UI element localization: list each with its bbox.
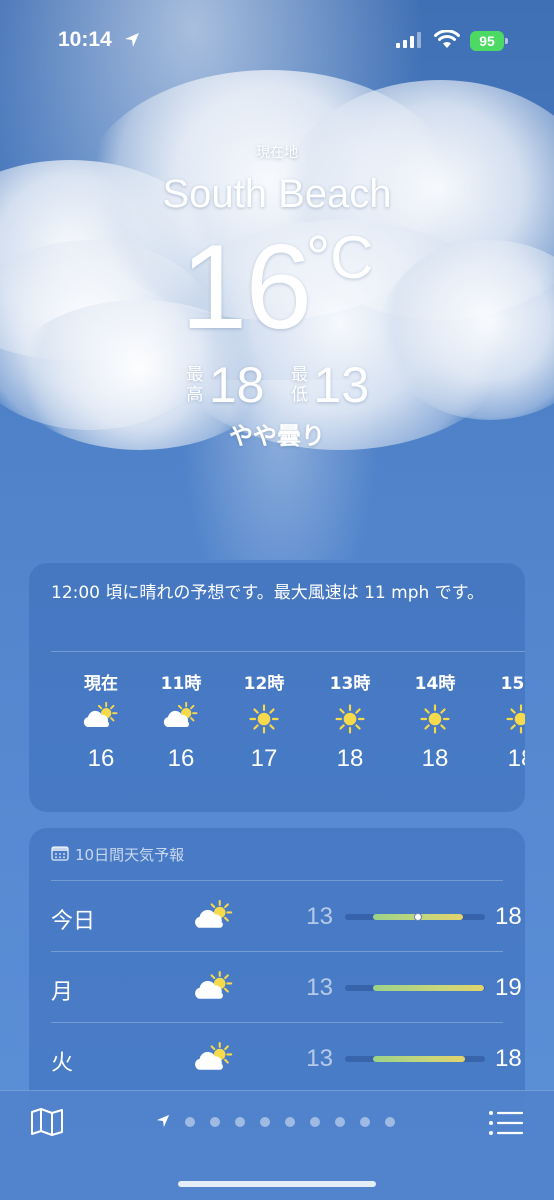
hour-temp: 18: [507, 745, 525, 772]
partly-cloudy-icon: [193, 899, 235, 937]
high-label: 最高: [186, 365, 204, 405]
high-value: 18: [208, 357, 265, 413]
ten-day-title-label: 10日間天気予報: [75, 846, 185, 864]
location-label: 現在地: [256, 145, 298, 161]
location-header: 現在地 South Beach: [0, 142, 554, 217]
partly-cloudy-icon: [193, 1041, 235, 1079]
day-name: 今日: [51, 909, 96, 934]
divider: [51, 651, 525, 652]
page-dot[interactable]: [335, 1117, 345, 1127]
day-high: 19: [495, 974, 522, 1001]
current-temperature: 16°C: [0, 218, 554, 356]
hour-item: 13時 18: [310, 669, 390, 773]
hour-label: 12時: [243, 674, 285, 694]
day-row[interactable]: 月 13 19: [51, 951, 522, 1021]
page-dot[interactable]: [385, 1117, 395, 1127]
temperature-unit: °C: [306, 224, 374, 291]
day-name: 月: [51, 980, 74, 1005]
location-arrow-icon: [124, 32, 140, 52]
battery-indicator: 95: [470, 31, 508, 51]
low-label: 最低: [291, 365, 309, 405]
hour-label: 11時: [160, 674, 202, 694]
hour-item: 14時 18: [395, 669, 475, 773]
page-dot[interactable]: [210, 1117, 220, 1127]
temperature-range-fill: [373, 985, 484, 991]
day-row[interactable]: 火 13 18: [51, 1022, 522, 1092]
city-name: South Beach: [162, 172, 392, 216]
temperature-range-fill: [373, 1056, 466, 1062]
hour-item: 11時 16: [141, 669, 221, 773]
hour-temp: 17: [250, 745, 278, 772]
temperature-value: 16: [180, 220, 312, 354]
current-temp-dot: [413, 913, 422, 921]
status-bar: 10:14 95: [0, 26, 554, 58]
temperature-range-bar: [345, 913, 485, 921]
hour-temp: 18: [336, 745, 364, 772]
hour-label: 現在: [84, 674, 118, 694]
hour-label: 13時: [329, 674, 371, 694]
partly-cloudy-icon: [141, 701, 221, 741]
page-dot[interactable]: [185, 1117, 195, 1127]
temperature-range-bar: [345, 985, 485, 991]
forecast-summary: 12:00 頃に晴れの予想です。最大風速は 11 mph です。: [51, 583, 484, 603]
sun-icon: [310, 701, 390, 741]
page-dot[interactable]: [285, 1117, 295, 1127]
condition-text: やや曇り: [229, 422, 325, 450]
hour-label: 15時: [500, 674, 525, 694]
hour-item: 12時 17: [224, 669, 304, 773]
day-high: 18: [495, 903, 522, 930]
hour-temp: 16: [167, 745, 195, 772]
day-low: 13: [306, 903, 333, 930]
day-row[interactable]: 今日 13 18: [51, 880, 522, 950]
ten-day-forecast-card[interactable]: 10日間天気予報 今日 13 18 月 13 19 火 13 18: [29, 828, 525, 1128]
hour-item: 現在 16: [61, 669, 141, 773]
map-icon[interactable]: [30, 1107, 64, 1137]
hour-label: 14時: [414, 674, 456, 694]
sun-icon: [481, 701, 525, 741]
low-value: 13: [313, 357, 370, 413]
day-low: 13: [306, 1045, 333, 1072]
page-dot[interactable]: [235, 1117, 245, 1127]
partly-cloudy-icon: [61, 701, 141, 741]
sun-icon: [224, 701, 304, 741]
hour-temp: 18: [421, 745, 449, 772]
temperature-range-bar: [345, 1056, 485, 1062]
sun-icon: [395, 701, 475, 741]
day-name: 火: [51, 1051, 74, 1076]
day-high: 18: [495, 1045, 522, 1072]
hour-item: 15時 18: [481, 669, 525, 773]
page-dot[interactable]: [310, 1117, 320, 1127]
partly-cloudy-icon: [193, 970, 235, 1008]
status-time: 10:14: [58, 28, 112, 51]
page-indicator[interactable]: [156, 1113, 395, 1132]
high-low: 最高 18 最低 13: [0, 356, 554, 414]
cellular-signal-icon: [396, 32, 422, 52]
hourly-forecast-card[interactable]: 12:00 頃に晴れの予想です。最大風速は 11 mph です。 現在 16 1…: [29, 563, 525, 812]
calendar-icon: [51, 845, 75, 865]
page-dot[interactable]: [260, 1117, 270, 1127]
page-dot[interactable]: [360, 1117, 370, 1127]
day-low: 13: [306, 974, 333, 1001]
home-indicator[interactable]: [178, 1181, 376, 1187]
hourly-list[interactable]: 現在 16 11時 16 12時 17 13時 18 14時 18 15 1: [29, 669, 525, 799]
ten-day-title: 10日間天気予報: [51, 844, 184, 865]
location-arrow-icon[interactable]: [156, 1113, 170, 1132]
bottom-toolbar: [0, 1090, 554, 1200]
list-icon[interactable]: [488, 1109, 524, 1137]
wifi-icon: [434, 29, 460, 54]
hour-temp: 16: [87, 745, 115, 772]
